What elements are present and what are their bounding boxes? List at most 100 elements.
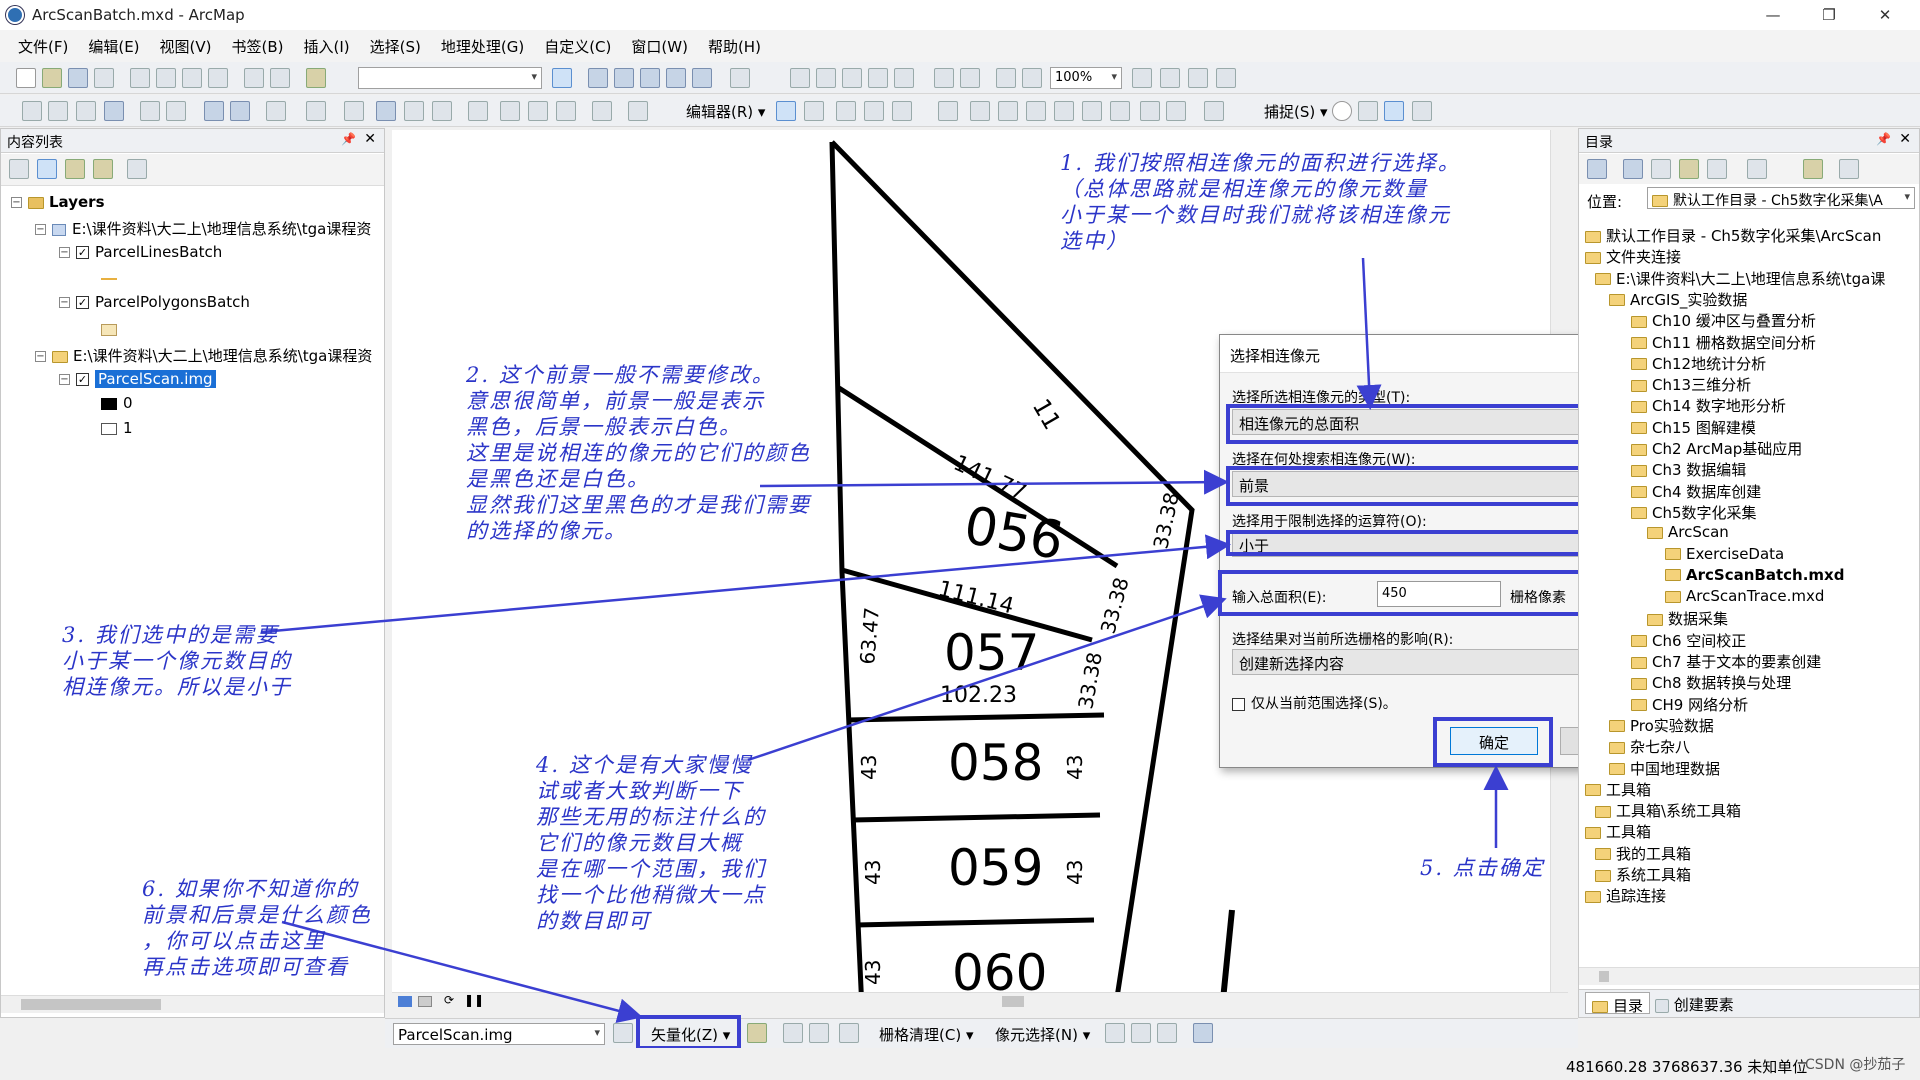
erase-connected-cells-icon[interactable]: [1157, 1023, 1177, 1043]
delete-icon[interactable]: [208, 68, 228, 88]
endpoint-arc-icon[interactable]: [864, 101, 884, 121]
forward-arrow-icon[interactable]: [230, 101, 250, 121]
catalog-item[interactable]: E:\课件资料\大二上\地理信息系统\tga课: [1595, 268, 1885, 289]
menu-selection[interactable]: 选择(S): [360, 36, 431, 57]
layout-full-extent-icon[interactable]: [868, 68, 888, 88]
search-window-icon[interactable]: [640, 68, 660, 88]
layout-zoom-100-icon[interactable]: [1022, 68, 1042, 88]
collapse-icon[interactable]: −: [59, 374, 70, 385]
layout-fixed-zoom-icon[interactable]: [894, 68, 914, 88]
location-combo[interactable]: 默认工作目录 - Ch5数字化采集\A ▾: [1647, 187, 1915, 209]
catalog-item[interactable]: Ch2 ArcMap基础应用: [1631, 438, 1802, 459]
extent-checkbox[interactable]: [1232, 697, 1245, 711]
toc-horizontal-scrollbar[interactable]: [1, 995, 384, 1013]
menu-edit[interactable]: 编辑(E): [78, 36, 149, 57]
layout-zoom-in-icon[interactable]: [790, 68, 810, 88]
layout-forward-icon[interactable]: [960, 68, 980, 88]
catalog-item[interactable]: 工具箱\系统工具箱: [1595, 800, 1741, 821]
catalog-window-icon[interactable]: [614, 68, 634, 88]
table-of-contents-icon[interactable]: [588, 68, 608, 88]
list-by-source-icon[interactable]: [37, 159, 57, 179]
connect-folder-icon[interactable]: [1707, 159, 1727, 179]
extent-checkbox-row[interactable]: 仅从当前范围选择(S)。: [1232, 693, 1397, 713]
catalog-item[interactable]: Ch14 数字地形分析: [1631, 395, 1786, 416]
find-route-icon[interactable]: [528, 101, 548, 121]
editor-toolbar-icon[interactable]: [552, 68, 572, 88]
vertex-snapping-icon[interactable]: [1384, 101, 1404, 121]
catalog-item[interactable]: Pro实验数据: [1609, 715, 1714, 736]
toc-layers-root[interactable]: − Layers: [11, 193, 105, 211]
menu-help[interactable]: 帮助(H): [698, 36, 771, 57]
select-elements-pointer-icon[interactable]: [344, 101, 364, 121]
create-features-icon[interactable]: [1166, 101, 1186, 121]
focus-data-frame-icon[interactable]: [1160, 68, 1180, 88]
catalog-item[interactable]: Ch7 基于文本的要素创建: [1631, 651, 1821, 672]
scroll-thumb[interactable]: [1599, 971, 1609, 982]
zoom-in-icon[interactable]: [22, 101, 42, 121]
minimize-button[interactable]: —: [1750, 0, 1796, 30]
fixed-zoom-out-icon[interactable]: [166, 101, 186, 121]
collapse-icon[interactable]: −: [59, 297, 70, 308]
point-icon[interactable]: [938, 101, 958, 121]
save-icon[interactable]: [68, 68, 88, 88]
straight-segment-icon[interactable]: [836, 101, 856, 121]
collapse-icon[interactable]: −: [11, 197, 22, 208]
data-view-icon[interactable]: [398, 996, 412, 1007]
end-snapping-icon[interactable]: [1358, 101, 1378, 121]
toc-layer-parcelpolygons[interactable]: − ✓ ParcelPolygonsBatch: [59, 293, 250, 311]
catalog-item[interactable]: ArcScan: [1647, 523, 1729, 541]
raster-painting-icon[interactable]: [747, 1023, 767, 1043]
catalog-item[interactable]: ArcScanBatch.mxd: [1665, 566, 1844, 584]
pin-icon[interactable]: 📌: [341, 132, 356, 146]
menu-geoprocessing[interactable]: 地理处理(G): [431, 36, 534, 57]
tab-catalog[interactable]: 目录: [1585, 992, 1651, 1015]
layout-back-icon[interactable]: [934, 68, 954, 88]
back-arrow-icon[interactable]: [1587, 159, 1607, 179]
connect-gis-server-icon[interactable]: [1803, 159, 1823, 179]
catalog-item[interactable]: ArcScanTrace.mxd: [1665, 587, 1824, 605]
scroll-thumb[interactable]: [1002, 996, 1024, 1007]
vectorization-pencil-icon[interactable]: [809, 1023, 829, 1043]
vectorization-trace-icon[interactable]: [783, 1023, 803, 1043]
map-horizontal-scrollbar[interactable]: ⟳ ❚❚: [392, 992, 1568, 1010]
catalog-item[interactable]: 工具箱: [1585, 779, 1651, 800]
cut-icon[interactable]: [130, 68, 150, 88]
visibility-checkbox[interactable]: ✓: [76, 296, 89, 309]
collapse-icon[interactable]: −: [35, 351, 46, 362]
list-by-visibility-icon[interactable]: [65, 159, 85, 179]
change-layout-icon[interactable]: [1188, 68, 1208, 88]
menu-customize[interactable]: 自定义(C): [534, 36, 621, 57]
toggle-contents-icon[interactable]: [1747, 159, 1767, 179]
catalog-item[interactable]: 文件夹连接: [1585, 246, 1681, 267]
menu-bookmarks[interactable]: 书签(B): [222, 36, 294, 57]
scroll-thumb[interactable]: [21, 999, 161, 1010]
edit-vertices-icon[interactable]: [970, 101, 990, 121]
rotate-tool-icon[interactable]: [1082, 101, 1102, 121]
toggle-draft-mode-icon[interactable]: [1132, 68, 1152, 88]
catalog-item[interactable]: 我的工具箱: [1595, 843, 1691, 864]
toc-group2[interactable]: − E:\课件资料\大二上\地理信息系统\tga课程资: [35, 345, 372, 366]
cell-selection-menu[interactable]: 像元选择(N) ▾: [995, 1024, 1090, 1045]
identify-info-icon[interactable]: [376, 101, 396, 121]
catalog-item[interactable]: Ch15 图解建模: [1631, 417, 1756, 438]
catalog-item[interactable]: 追踪连接: [1585, 885, 1666, 906]
catalog-item[interactable]: ExerciseData: [1665, 545, 1784, 563]
attributes-icon[interactable]: [1140, 101, 1160, 121]
layout-zoom-out-icon[interactable]: [816, 68, 836, 88]
edit-tool-pointer-icon[interactable]: [776, 101, 796, 121]
pan-hand-icon[interactable]: [76, 101, 96, 121]
catalog-item[interactable]: Ch10 缓冲区与叠置分析: [1631, 310, 1816, 331]
cut-polygons-icon[interactable]: [1026, 101, 1046, 121]
visibility-checkbox[interactable]: ✓: [76, 373, 89, 386]
catalog-item[interactable]: Ch12地统计分析: [1631, 353, 1766, 374]
pin-icon[interactable]: 📌: [1876, 132, 1891, 146]
catalog-horizontal-scrollbar[interactable]: [1579, 967, 1919, 985]
tab-create-features[interactable]: 创建要素: [1649, 992, 1740, 1014]
catalog-item[interactable]: Ch11 栅格数据空间分析: [1631, 332, 1816, 353]
editor-options-icon[interactable]: [1204, 101, 1224, 121]
layout-zoom-combo[interactable]: 100% ▾: [1050, 67, 1122, 89]
catalog-item[interactable]: 系统工具箱: [1595, 864, 1691, 885]
clear-selection-icon[interactable]: [306, 101, 326, 121]
home-icon[interactable]: [1679, 159, 1699, 179]
arctoolbox-icon[interactable]: [666, 68, 686, 88]
